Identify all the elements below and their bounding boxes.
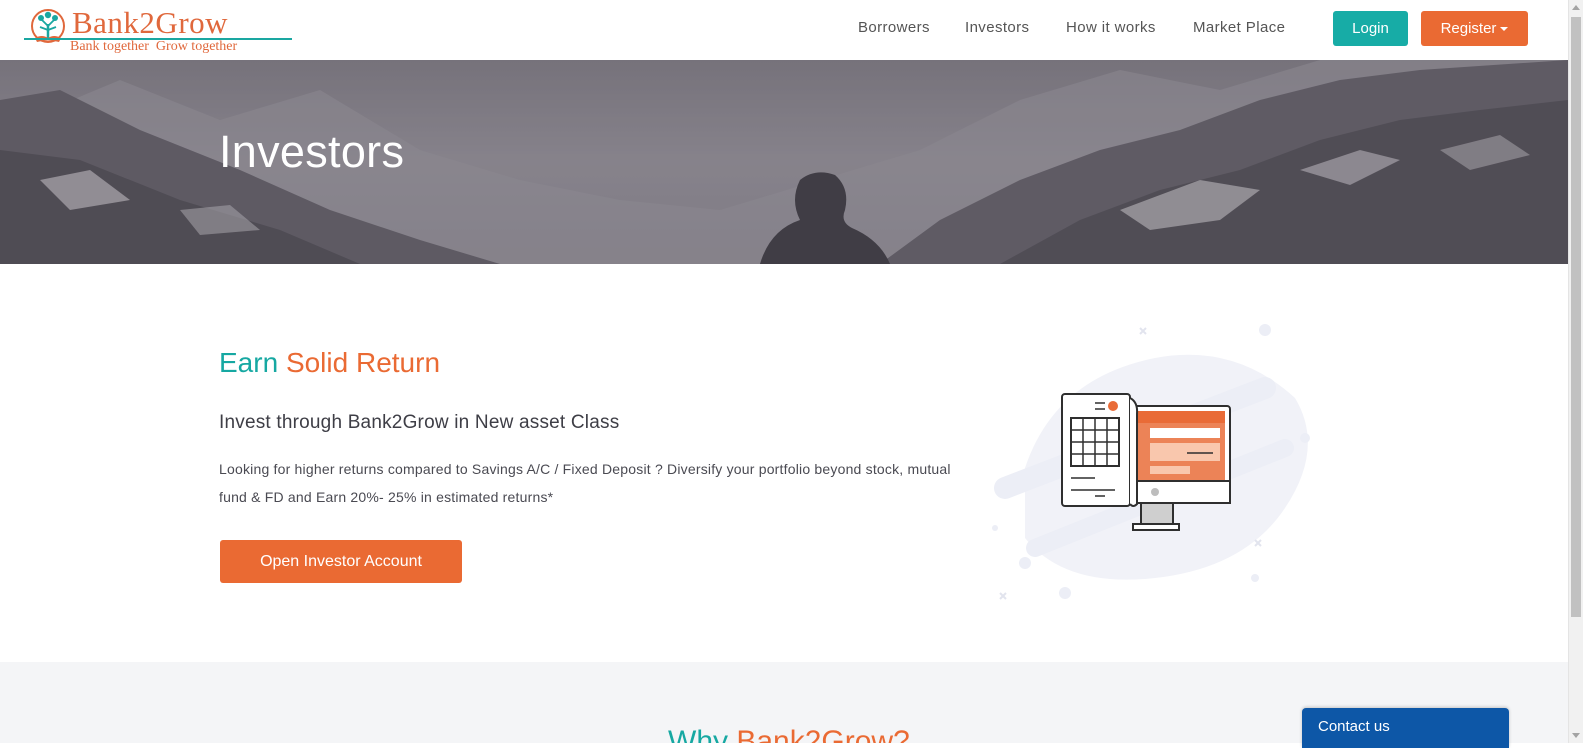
tree-hands-icon <box>31 9 65 43</box>
logo-tagline: Bank together Grow together <box>70 39 238 54</box>
scroll-up-arrow-icon[interactable] <box>1572 5 1580 10</box>
open-investor-account-button[interactable]: Open Investor Account <box>220 540 462 583</box>
why-heading: Why Bank2Grow? <box>668 722 910 743</box>
register-button[interactable]: Register <box>1421 11 1528 46</box>
logo[interactable]: Bank2Grow Bank together Grow together <box>24 4 294 54</box>
login-button[interactable]: Login <box>1333 11 1408 46</box>
register-button-label: Register <box>1440 20 1497 37</box>
earn-heading-part2: Solid Return <box>285 347 441 378</box>
caret-down-icon <box>1500 27 1509 32</box>
nav-investors[interactable]: Investors <box>965 18 1029 38</box>
page-title: Investors <box>219 126 405 177</box>
earn-heading-part1: Earn <box>219 347 279 378</box>
open-investor-account-label: Open Investor Account <box>260 553 422 570</box>
nav-borrowers[interactable]: Borrowers <box>858 18 930 38</box>
hero-banner: Investors <box>0 60 1568 264</box>
earn-heading: Earn Solid Return <box>219 344 440 382</box>
document-and-monitor-illustration <box>992 324 1310 600</box>
earn-description: Looking for higher returns compared to S… <box>219 461 951 505</box>
contact-us-label: Contact us <box>1318 718 1390 735</box>
scroll-down-arrow-icon[interactable] <box>1572 733 1580 738</box>
nav-how-it-works[interactable]: How it works <box>1066 18 1156 38</box>
login-button-label: Login <box>1352 20 1389 37</box>
scrollbar-thumb[interactable] <box>1571 17 1581 617</box>
why-heading-part2: Bank2Grow? <box>736 725 910 743</box>
earn-subtitle: Invest through Bank2Grow in New asset Cl… <box>219 412 620 433</box>
contact-us-tab[interactable]: Contact us <box>1302 708 1509 748</box>
nav-market-place[interactable]: Market Place <box>1193 18 1285 38</box>
page-scrollbar[interactable] <box>1568 0 1583 743</box>
logo-title: Bank2Grow <box>72 5 229 40</box>
why-heading-part1: Why <box>668 725 728 743</box>
site-header: Bank2Grow Bank together Grow together Bo… <box>0 0 1568 60</box>
